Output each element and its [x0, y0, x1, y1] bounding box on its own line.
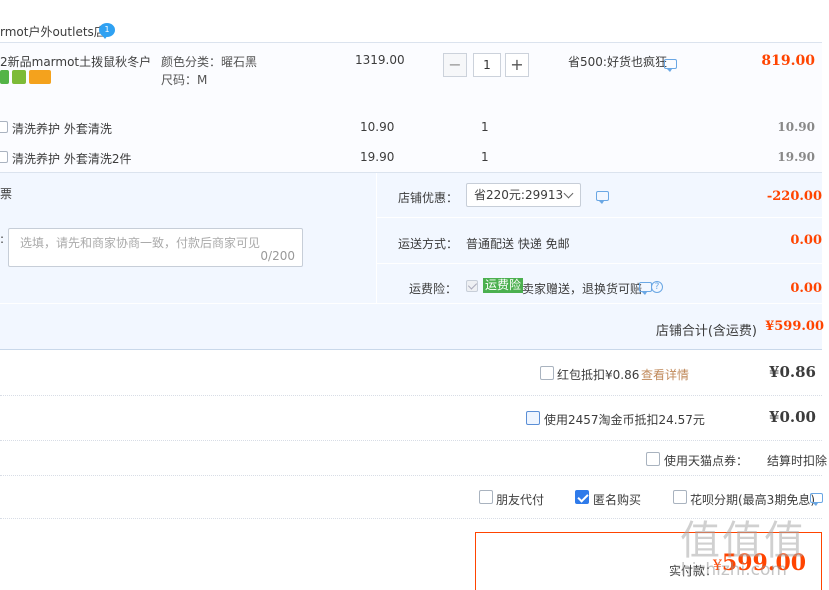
options-divider-2	[0, 440, 822, 441]
options-row-divider-2	[376, 263, 822, 264]
tmall-points-checkbox[interactable]	[646, 452, 660, 466]
item-sku-size: 尺码：M	[161, 73, 208, 87]
card-badge-icon	[29, 70, 51, 84]
friend-pay-checkbox[interactable]	[479, 490, 493, 504]
insurance-tag: 运费险	[483, 278, 524, 293]
shop-name-link[interactable]: rmot户外outlets店	[0, 23, 106, 40]
options-divider-3	[0, 475, 822, 476]
quantity-minus-button[interactable]: −	[443, 53, 467, 77]
insurance-checkbox[interactable]	[466, 280, 478, 292]
options-divider-1	[0, 395, 822, 396]
service-sum-1: 10.90	[777, 120, 815, 134]
item-sku-color: 颜色分类：曜石黑	[161, 55, 258, 69]
service-sum-2: 19.90	[777, 150, 815, 164]
message-label: :	[0, 232, 5, 246]
huabei-checkbox[interactable]	[673, 490, 687, 504]
shop-total-label: 店铺合计(含运费)	[655, 324, 757, 339]
taojinbi-label: 使用2457淘金币抵扣24.57元	[544, 413, 705, 427]
options-row-divider-1	[376, 217, 822, 218]
shop-discount-label: 店铺优惠：	[398, 191, 459, 205]
taojinbi-checkbox[interactable]	[526, 411, 540, 425]
service-checkbox-1[interactable]	[0, 121, 8, 133]
shipping-method: 普通配送 快递 免邮	[466, 237, 570, 251]
watermark-logo: 值值值	[680, 518, 806, 564]
service-price-2: 19.90	[360, 150, 395, 164]
chevron-down-icon	[563, 188, 574, 199]
shop-total-value: ¥599.00	[765, 319, 824, 334]
red-packet-value: ¥0.86	[769, 363, 816, 381]
shop-discount-selected: 省220元:29913	[474, 188, 564, 202]
service-qty-2: 1	[481, 150, 489, 164]
anonymous-checkbox[interactable]	[575, 490, 589, 504]
service-badge-icon	[0, 70, 9, 84]
shop-discount-select[interactable]: 省220元:29913	[466, 183, 581, 207]
tmall-points-label: 使用天猫点券：	[664, 454, 749, 468]
insurance-description: 卖家赠送，退换货可赔	[522, 282, 643, 296]
insurance-price: 0.00	[790, 281, 822, 296]
red-packet-checkbox[interactable]	[540, 366, 554, 380]
discount-info-icon[interactable]	[664, 59, 677, 72]
item-top-divider	[0, 42, 822, 43]
item-discount: 省500:好货也疯狂	[568, 55, 667, 69]
message-placeholder: 选填，请先和商家协商一致，付款后商家可见	[20, 236, 261, 250]
item-title-link[interactable]: 2新品marmot土拨鼠秋冬户…	[0, 53, 150, 70]
invoice-label: 票	[0, 187, 13, 201]
taojinbi-value: ¥0.00	[769, 408, 816, 426]
shipping-price: 0.00	[790, 233, 822, 248]
service-price-1: 10.90	[360, 120, 395, 134]
huabei-info-icon[interactable]	[810, 493, 823, 506]
friend-pay-label: 朋友代付	[496, 493, 545, 507]
service-qty-1: 1	[481, 120, 489, 134]
watermark-url: zhizhizhi.com	[672, 560, 787, 580]
quantity-plus-button[interactable]: +	[505, 53, 529, 77]
tmall-points-value: 结算时扣除	[767, 454, 828, 468]
wangwang-chat-icon[interactable]: 1	[99, 23, 115, 39]
help-icon[interactable]: ?	[651, 281, 663, 293]
service-checkbox-2[interactable]	[0, 151, 8, 163]
shipping-label: 运送方式：	[398, 237, 459, 251]
shop-header: rmot户外outlets店 1	[0, 14, 829, 40]
huabei-label: 花呗分期(最高3期免息)	[690, 493, 815, 507]
guarantee-badge-icon	[12, 70, 26, 84]
quantity-stepper: − 1 +	[443, 53, 529, 77]
discount-chat-icon[interactable]	[596, 191, 609, 204]
item-subtotal: 819.00	[761, 53, 815, 69]
item-unit-price: 1319.00	[355, 53, 405, 67]
quantity-input[interactable]: 1	[473, 53, 501, 77]
anonymous-label: 匿名购买	[593, 493, 642, 507]
shop-discount-value: -220.00	[766, 189, 822, 204]
insurance-label: 运费险：	[409, 282, 458, 296]
service-name-1: 清洗养护 外套清洗	[12, 122, 112, 136]
service-name-2: 清洗养护 外套清洗2件	[12, 152, 132, 166]
red-packet-details-link[interactable]: 查看详情	[641, 366, 689, 383]
message-char-count: 0/200	[260, 249, 295, 263]
red-packet-label: 红包抵扣¥0.86	[557, 368, 640, 382]
buyer-message-textarea[interactable]: 选填，请先和商家协商一致，付款后商家可见 0/200	[8, 228, 303, 267]
